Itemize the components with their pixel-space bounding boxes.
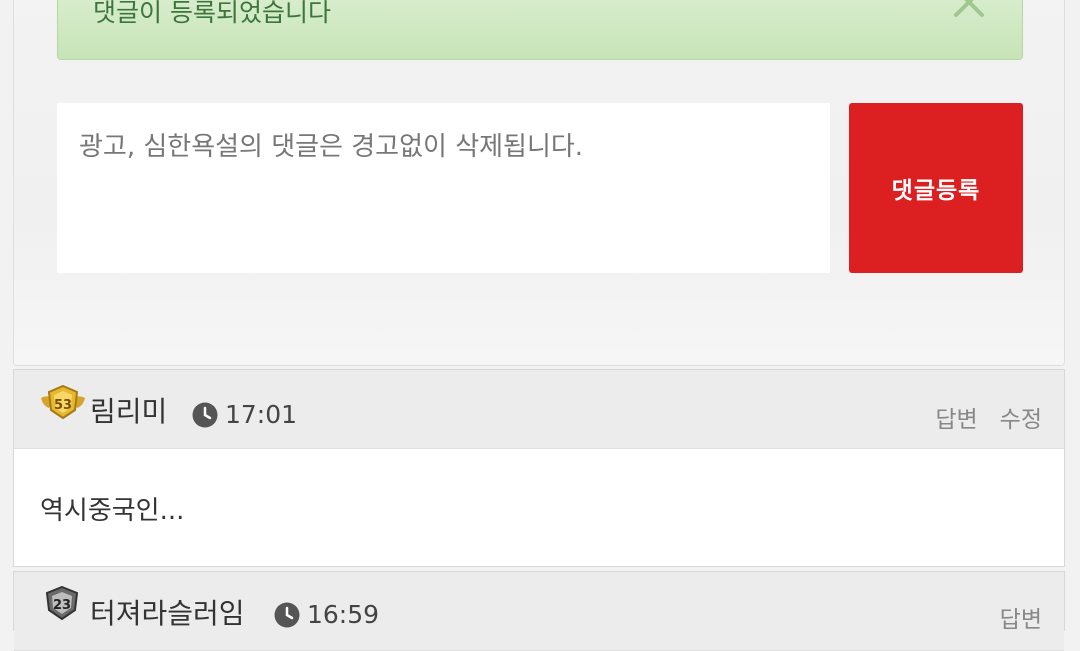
svg-text:53: 53 xyxy=(54,398,72,413)
comment-body: 역시중국인... xyxy=(40,496,185,526)
comment-time: 17:01 xyxy=(225,400,298,429)
success-alert: 댓글이 등록되었습니다 xyxy=(57,0,1023,60)
svg-text:23: 23 xyxy=(53,598,71,613)
comment-input[interactable] xyxy=(57,103,830,273)
comment-header: 23 터져라슬러임 16:59 답변 xyxy=(14,572,1064,651)
comment-actions: 답변 xyxy=(1000,600,1042,634)
close-icon[interactable] xyxy=(952,0,986,19)
edit-button[interactable]: 수정 xyxy=(1000,400,1042,434)
reply-button[interactable]: 답변 xyxy=(1000,600,1042,634)
level-badge-icon: 53 xyxy=(41,384,85,420)
comment-actions: 답변 수정 xyxy=(935,400,1042,434)
comment-time: 16:59 xyxy=(307,600,380,629)
comment-timestamp: 16:59 xyxy=(274,600,379,629)
clock-icon xyxy=(274,602,300,627)
comment-author[interactable]: 터져라슬러임 xyxy=(90,592,245,632)
alert-message: 댓글이 등록되었습니다 xyxy=(93,0,331,27)
comment-item: 53 림리미 17:01 답변 수정 역시중국인... xyxy=(13,369,1065,567)
submit-comment-button[interactable]: 댓글등록 xyxy=(849,103,1023,273)
comment-header: 53 림리미 17:01 답변 수정 xyxy=(14,370,1064,449)
comment-timestamp: 17:01 xyxy=(192,400,297,429)
level-badge-icon: 23 xyxy=(45,586,79,620)
clock-icon xyxy=(192,402,218,427)
comment-item: 23 터져라슬러임 16:59 답변 xyxy=(13,571,1065,651)
comment-author[interactable]: 림리미 xyxy=(90,390,167,430)
reply-button[interactable]: 답변 xyxy=(935,400,977,434)
